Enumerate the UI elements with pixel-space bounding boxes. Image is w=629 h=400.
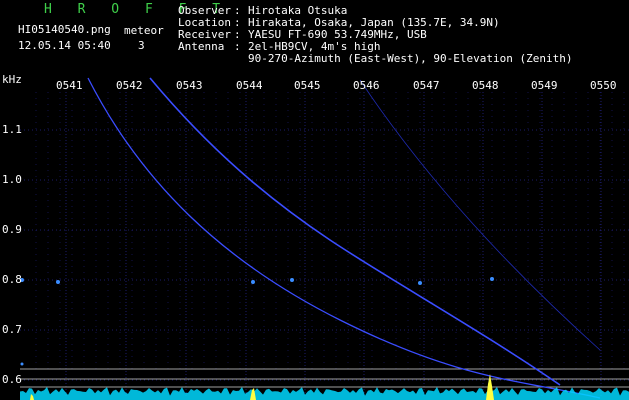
trace-long [87, 77, 601, 399]
signal-blip [290, 278, 294, 282]
x-tick-label: 0550 [590, 79, 617, 92]
trace-faint [359, 79, 601, 351]
y-axis-unit: kHz [2, 73, 22, 86]
x-tick-label: 0549 [531, 79, 558, 92]
y-tick-label: 0.9 [2, 223, 22, 236]
y-tick-label: 1.0 [2, 173, 22, 186]
x-tick-label: 0545 [294, 79, 321, 92]
signal-blip [56, 280, 60, 284]
x-tick-label: 0541 [56, 79, 83, 92]
x-tick-label: 0546 [353, 79, 380, 92]
x-tick-label: 0543 [176, 79, 203, 92]
signal-blip [20, 362, 24, 366]
x-tick-label: 0542 [116, 79, 143, 92]
signal-blip [490, 277, 494, 281]
x-tick-label: 0547 [413, 79, 440, 92]
trace-main [149, 77, 561, 386]
signal-blip [418, 281, 422, 285]
x-tick-label: 0544 [236, 79, 263, 92]
noise-floor [20, 387, 629, 400]
signal-blip [251, 280, 255, 284]
spectrogram [20, 77, 629, 400]
y-tick-label: 0.6 [2, 373, 22, 386]
x-tick-label: 0548 [472, 79, 499, 92]
y-tick-label: 0.7 [2, 323, 22, 336]
y-tick-label: 0.8 [2, 273, 22, 286]
y-tick-label: 1.1 [2, 123, 22, 136]
